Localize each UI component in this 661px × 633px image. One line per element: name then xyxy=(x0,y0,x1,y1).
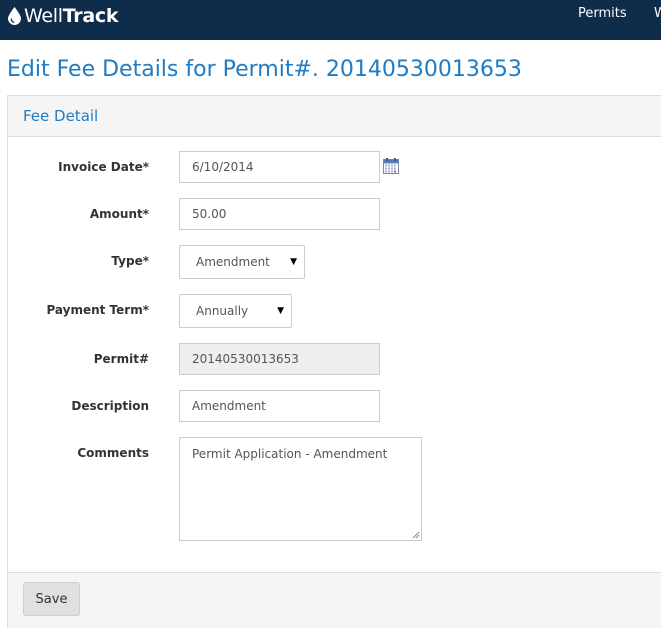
description-value: Amendment xyxy=(192,399,266,413)
top-navbar: WellTrack Permits W xyxy=(0,0,661,40)
permit-value: 20140530013653 xyxy=(192,352,299,366)
chevron-down-icon: ▼ xyxy=(290,257,297,267)
save-button[interactable]: Save xyxy=(23,582,80,616)
nav-next-link[interactable]: W xyxy=(654,6,661,21)
amount-input[interactable]: 50.00 xyxy=(179,198,380,230)
panel-footer xyxy=(8,572,661,628)
type-select[interactable]: Amendment ▼ xyxy=(179,245,305,279)
panel-heading: Fee Detail xyxy=(8,96,661,137)
comments-label: Comments xyxy=(77,446,149,460)
description-input[interactable]: Amendment xyxy=(179,390,380,422)
description-label: Description xyxy=(71,399,149,413)
comments-value: Permit Application - Amendment xyxy=(192,447,388,461)
invoice-date-value: 6/10/2014 xyxy=(192,160,254,174)
water-drop-icon xyxy=(8,7,21,25)
nav-permits-link[interactable]: Permits xyxy=(578,6,627,21)
page-title: Edit Fee Details for Permit#. 2014053001… xyxy=(7,57,522,82)
payment-term-selected-value: Annually xyxy=(196,304,249,318)
type-selected-value: Amendment xyxy=(196,255,270,269)
chevron-down-icon: ▼ xyxy=(277,306,284,316)
payment-term-label: Payment Term* xyxy=(46,303,149,317)
permit-label: Permit# xyxy=(93,352,149,366)
resize-grip-icon[interactable] xyxy=(412,531,420,539)
brand-name: WellTrack xyxy=(24,5,119,27)
invoice-date-input[interactable]: 6/10/2014 xyxy=(179,151,380,183)
permit-field: 20140530013653 xyxy=(179,343,380,375)
payment-term-select[interactable]: Annually ▼ xyxy=(179,294,292,328)
comments-textarea[interactable]: Permit Application - Amendment xyxy=(179,437,422,541)
amount-value: 50.00 xyxy=(192,207,227,221)
invoice-date-label: Invoice Date* xyxy=(58,160,149,174)
panel-heading-title: Fee Detail xyxy=(23,107,99,125)
brand-logo[interactable]: WellTrack xyxy=(8,3,119,29)
calendar-icon[interactable] xyxy=(383,158,399,174)
amount-label: Amount* xyxy=(89,207,149,221)
type-label: Type* xyxy=(111,254,149,268)
